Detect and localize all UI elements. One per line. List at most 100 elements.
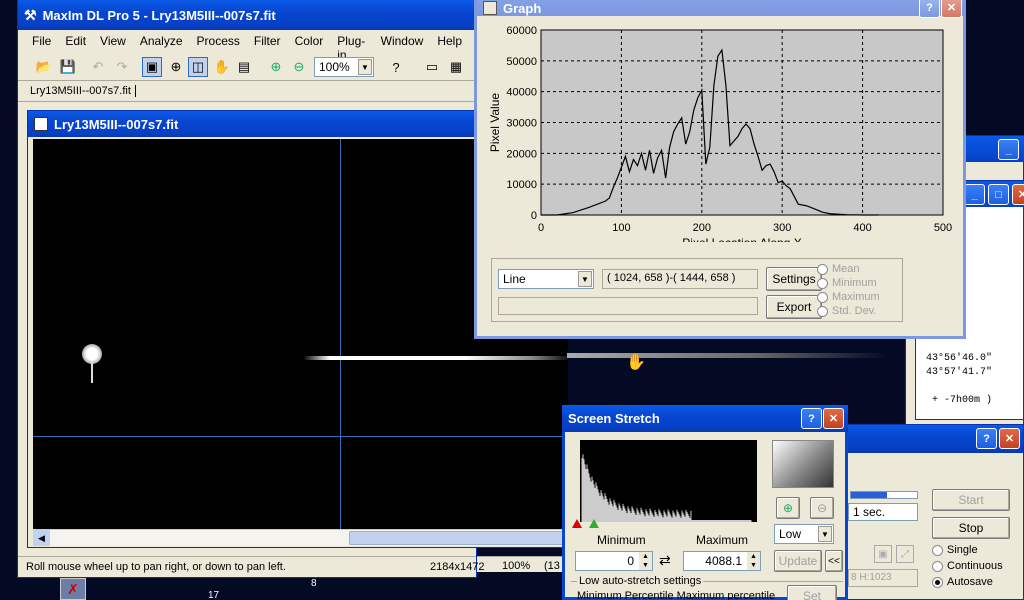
radio-minimum[interactable]: Minimum: [817, 276, 901, 290]
radio-single[interactable]: Single: [932, 543, 978, 557]
menu-color[interactable]: Color: [295, 34, 324, 48]
graph-window: Graph ? ✕ 0 100 200 300 400 500 0 10000 20000 300…: [474, 0, 966, 339]
crosshair-tool-icon[interactable]: ⊕: [166, 57, 186, 77]
help-pointer-icon[interactable]: ?: [386, 57, 406, 77]
max-marker-icon[interactable]: [589, 519, 599, 528]
camera-icon-a[interactable]: ▣: [874, 545, 892, 563]
redo-icon[interactable]: ↷: [112, 57, 132, 77]
zoom-out-histogram-icon[interactable]: ⊖: [810, 497, 834, 519]
export-button[interactable]: Export: [766, 295, 822, 319]
coords-maximize-icon[interactable]: □: [988, 184, 1009, 205]
document-tab[interactable]: Lry13M5III--007s7.fit: [30, 85, 136, 97]
zoom-in-icon[interactable]: ⊕: [266, 57, 286, 77]
save-icon[interactable]: 💾: [58, 57, 78, 77]
ruler-icon[interactable]: ▭: [422, 57, 442, 77]
zoom-select[interactable]: 100% ▼: [314, 57, 374, 77]
graph-titlebar[interactable]: Graph: [477, 0, 963, 16]
stretch-close-icon[interactable]: ✕: [823, 408, 844, 429]
zoom-out-icon[interactable]: ⊖: [289, 57, 309, 77]
menu-help[interactable]: Help: [437, 34, 462, 48]
menu-process[interactable]: Process: [197, 34, 240, 48]
camera-close-icon[interactable]: ✕: [999, 428, 1020, 449]
radio-continuous[interactable]: Continuous: [932, 559, 1003, 573]
update-button[interactable]: Update: [774, 550, 822, 572]
percentile-label: Minimum Percentile Maximum percentile: [577, 590, 776, 600]
y-tick-label: 40000: [506, 87, 537, 99]
x-tick-label: 200: [693, 222, 711, 234]
graph-help-icon[interactable]: ?: [919, 0, 940, 18]
min-marker-icon[interactable]: [572, 519, 582, 528]
graph-close-icon[interactable]: ✕: [941, 0, 962, 18]
maximum-value: 4088.1: [705, 554, 742, 568]
x-tick-label: 100: [612, 222, 630, 234]
pixel-profile-chart: 0 100 200 300 400 500 0 10000 20000 30000 40000 500…: [488, 25, 952, 242]
menu-view[interactable]: View: [100, 34, 126, 48]
minimize-icon[interactable]: _: [998, 139, 1019, 160]
coords-close-icon[interactable]: ✕: [1012, 184, 1024, 205]
zoom-in-histogram-icon[interactable]: ⊕: [776, 497, 800, 519]
radio-mean[interactable]: Mean: [817, 262, 901, 276]
main-titlebar[interactable]: ⚒ MaxIm DL Pro 5 - Lry13M5III--007s7.fit: [18, 0, 476, 30]
menu-plugin[interactable]: Plug-in: [337, 34, 366, 62]
graph-title: Graph: [503, 0, 542, 16]
y-axis-label: Pixel Value: [488, 93, 502, 152]
taskbar-icon[interactable]: ✗: [60, 578, 86, 600]
stretch-title: Screen Stretch: [568, 411, 660, 426]
collapse-button[interactable]: <<: [825, 550, 843, 572]
menu-filter[interactable]: Filter: [254, 34, 281, 48]
camera-help-icon[interactable]: ?: [976, 428, 997, 449]
radio-autosave[interactable]: Autosave: [932, 575, 993, 589]
menu-file[interactable]: File: [32, 34, 51, 48]
zoom-value: 100%: [319, 60, 350, 74]
grid-line-horizontal: [33, 436, 568, 437]
open-icon[interactable]: 📂: [34, 57, 54, 77]
y-tick-label: 10000: [506, 179, 537, 191]
y-tick-label: 30000: [506, 118, 537, 130]
hand-tool-icon[interactable]: ✋: [212, 57, 232, 77]
swap-icon[interactable]: ⇄: [659, 552, 671, 569]
chevron-down-icon[interactable]: ▼: [358, 59, 372, 75]
status-bar: Roll mouse wheel up to pan right, or dow…: [18, 556, 484, 576]
image-icon: [34, 117, 48, 131]
scroll-thumb[interactable]: [349, 531, 568, 545]
exposure-progress-fill: [851, 492, 888, 498]
menu-edit[interactable]: Edit: [65, 34, 86, 48]
undo-icon[interactable]: ↶: [88, 57, 108, 77]
y-tick-label: 50000: [506, 56, 537, 68]
toolbar: 📂 💾 ↶ ↷ ▣ ⊕ ◫ ✋ ▤ ⊕ ⊖ 100% ▼ ? ▭ ▦: [18, 54, 476, 80]
camera-icon-b[interactable]: ⤢: [896, 545, 914, 563]
set-button[interactable]: Set: [787, 585, 837, 600]
histogram[interactable]: [580, 440, 757, 522]
preset-chevron-down-icon[interactable]: ▼: [818, 526, 832, 542]
main-window-title: MaxIm DL Pro 5 - Lry13M5III--007s7.fit: [42, 7, 276, 23]
mode-chevron-down-icon[interactable]: ▼: [578, 271, 592, 287]
app-icon: ⚒: [24, 6, 37, 23]
menu-analyze[interactable]: Analyze: [140, 34, 183, 48]
coordinate-readout: ( 1024, 658 )-( 1444, 658 ): [602, 269, 758, 289]
image-tool-icon[interactable]: ▣: [142, 57, 162, 77]
radio-std-dev[interactable]: Std. Dev.: [817, 304, 901, 318]
x-tick-label: 400: [853, 222, 871, 234]
preset-select[interactable]: Low ▼: [774, 524, 834, 544]
minimum-value: 0: [627, 554, 634, 568]
graph-icon: [483, 1, 497, 15]
coords-minimize-icon[interactable]: _: [964, 184, 985, 205]
mode-select[interactable]: Line ▼: [498, 269, 594, 289]
x-axis-label: Pixel Location Along X: [682, 236, 801, 242]
maximum-spinner[interactable]: ▲ ▼: [747, 552, 760, 570]
minimum-spinner[interactable]: ▲ ▼: [639, 552, 652, 570]
horizontal-scrollbar[interactable]: ◀: [33, 529, 568, 546]
properties-icon[interactable]: ▤: [234, 57, 254, 77]
graph-empty-field: [498, 297, 758, 315]
stop-button[interactable]: Stop: [932, 517, 1010, 539]
line-tool-icon[interactable]: ◫: [188, 57, 208, 77]
grid-icon[interactable]: ▦: [446, 57, 466, 77]
scroll-left-icon[interactable]: ◀: [33, 530, 50, 546]
menu-window[interactable]: Window: [381, 34, 424, 48]
settings-button[interactable]: Settings: [766, 267, 822, 291]
start-button[interactable]: Start: [932, 489, 1010, 511]
stretch-help-icon[interactable]: ?: [801, 408, 822, 429]
radio-maximum[interactable]: Maximum: [817, 290, 901, 304]
camera-readout-text: 8 H:1023: [851, 572, 892, 583]
mode-value: Line: [503, 272, 526, 286]
